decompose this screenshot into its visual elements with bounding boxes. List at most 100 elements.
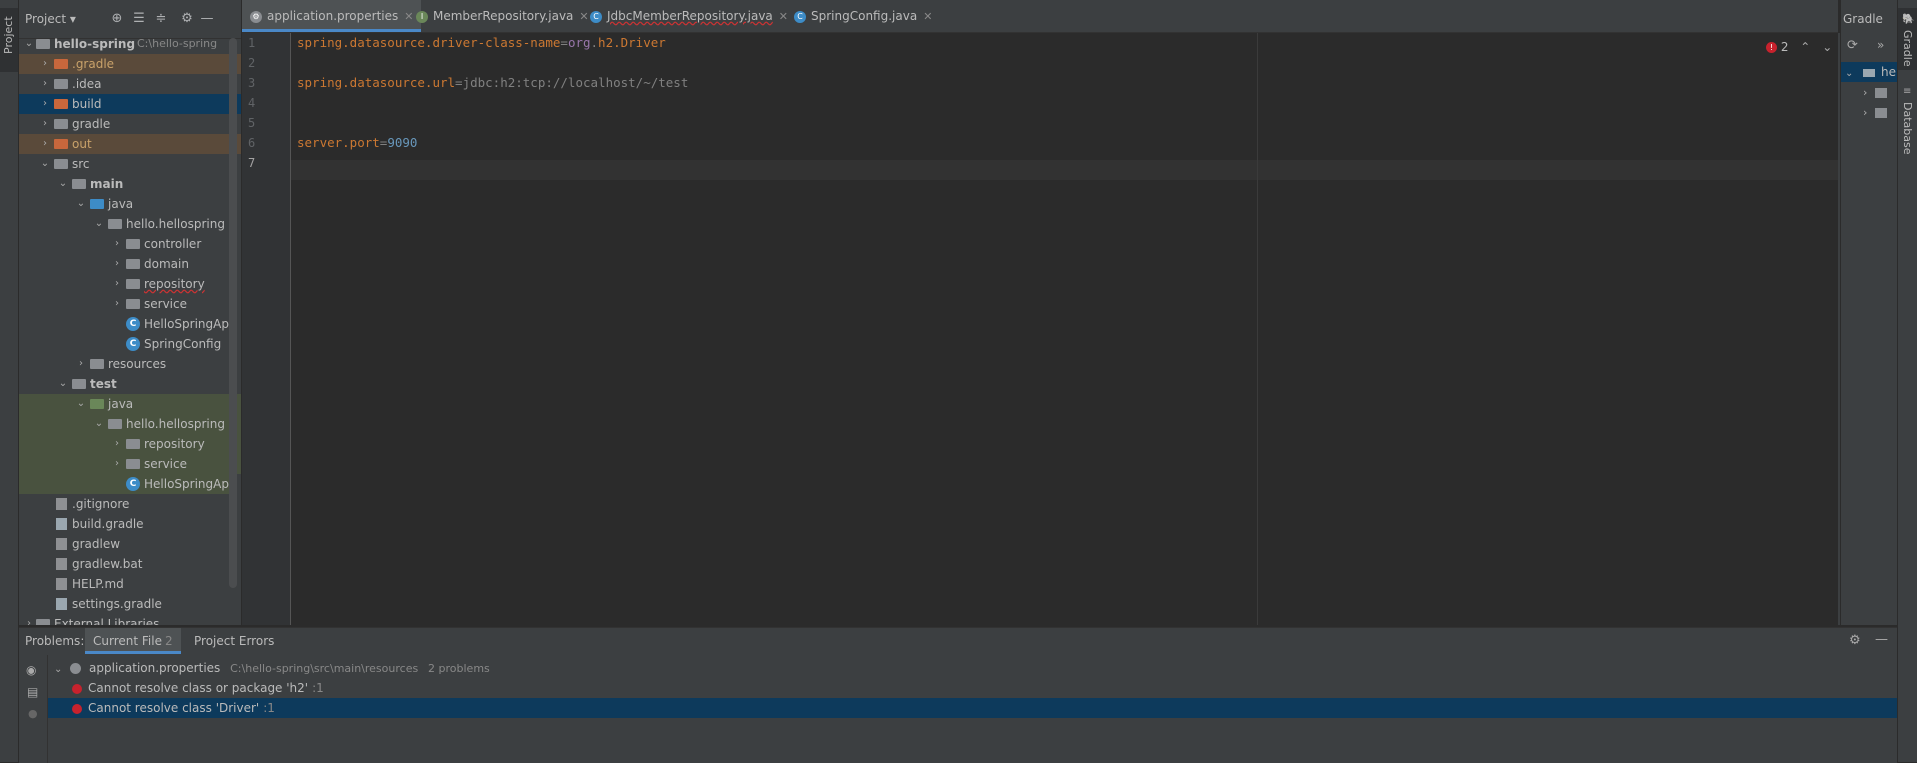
tab-current-file[interactable]: Current File 2 (85, 628, 181, 654)
tree-item-build[interactable]: › build (19, 94, 241, 114)
line-number: 6 (248, 136, 256, 150)
chevron-down-icon[interactable]: ⌄ (57, 174, 69, 194)
tree-item-test-service[interactable]: › service (19, 454, 241, 474)
eye-icon[interactable]: ◉ (26, 663, 36, 677)
problems-file-row[interactable]: ⌄ application.properties C:\hello-spring… (48, 658, 1897, 678)
tree-item-domain[interactable]: › domain (19, 254, 241, 274)
database-tool-tab[interactable]: ≡ Database (1898, 84, 1917, 156)
tab-memberrepository[interactable]: I MemberRepository.java ✕ (408, 0, 597, 32)
chevron-down-icon[interactable]: ⌄ (75, 194, 87, 214)
property-key: spring.datasource.url (297, 75, 456, 90)
tree-item-settings-gradle[interactable]: settings.gradle (19, 594, 241, 614)
previous-highlight-icon[interactable]: ⌃ (1800, 40, 1810, 54)
chevron-right-icon[interactable]: › (111, 294, 123, 314)
tree-item-repository[interactable]: › repository (19, 274, 241, 294)
source-folder-icon (90, 199, 104, 209)
problems-file-name: application.properties (89, 661, 221, 675)
expand-all-icon[interactable]: ☰ (131, 11, 147, 27)
tree-item-gradlew-bat[interactable]: gradlew.bat (19, 554, 241, 574)
refresh-icon[interactable]: ⟳ (1847, 38, 1858, 53)
chevron-down-icon[interactable]: ⌄ (57, 374, 69, 394)
hide-icon[interactable]: — (199, 11, 215, 27)
chevron-down-icon[interactable]: ⌄ (54, 664, 62, 675)
tab-application-properties[interactable]: ⚙ application.properties ✕ (242, 0, 422, 32)
code-content[interactable]: spring.datasource.driver-class-name=org.… (291, 33, 1838, 193)
tree-item-help-md[interactable]: HELP.md (19, 574, 241, 594)
package-icon (126, 439, 140, 449)
tree-item-external-libraries[interactable]: › External Libraries (19, 614, 241, 625)
tree-item-src[interactable]: ⌄ src (19, 154, 241, 174)
next-highlight-icon[interactable]: ⌄ (1822, 40, 1832, 54)
chevron-right-icon[interactable]: › (111, 254, 123, 274)
tab-springconfig[interactable]: C SpringConfig.java ✕ (786, 0, 940, 32)
tree-item-hellospringapplicationtests[interactable]: C HelloSpringApplicationTests (19, 474, 229, 494)
tree-item-out[interactable]: › out (19, 134, 241, 154)
project-view-selector[interactable]: Project ▾ (25, 12, 76, 26)
chevron-down-icon[interactable]: ⌄ (39, 154, 51, 174)
tree-item-gradle[interactable]: › gradle (19, 114, 241, 134)
chevron-right-icon[interactable]: › (39, 54, 51, 74)
chevron-right-icon[interactable]: › (75, 354, 87, 374)
project-tree-scrollbar[interactable] (229, 38, 237, 588)
project-tool-tab-label: Project (2, 16, 15, 54)
inspection-widget[interactable]: ! 2 ⌃ ⌄ (1766, 38, 1832, 56)
package-icon (126, 279, 140, 289)
more-icon[interactable]: » (1877, 38, 1884, 52)
tree-item-main-package[interactable]: ⌄ hello.hellospring (19, 214, 241, 234)
tree-item-main-java[interactable]: ⌄ java (19, 194, 241, 214)
tree-item-test-java[interactable]: ⌄ java (19, 394, 241, 414)
tree-item-service[interactable]: › service (19, 294, 241, 314)
chevron-right-icon[interactable]: › (111, 454, 123, 474)
tree-item-gitignore[interactable]: .gitignore (19, 494, 241, 514)
tree-item-idea[interactable]: › .idea (19, 74, 241, 94)
gradle-tree-dependencies[interactable]: › (1841, 102, 1898, 122)
chevron-right-icon[interactable]: › (1863, 106, 1867, 119)
tree-item-hellospringapplication[interactable]: C HelloSpringApplication (19, 314, 229, 334)
tree-item-springconfig[interactable]: C SpringConfig (19, 334, 241, 354)
tree-item-build-gradle[interactable]: build.gradle (19, 514, 241, 534)
chevron-right-icon[interactable]: › (111, 434, 123, 454)
gradle-elephant-icon: 🐘 (1902, 14, 1915, 25)
tree-item-test-repository[interactable]: › repository (19, 434, 241, 454)
chevron-right-icon[interactable]: › (39, 94, 51, 114)
gradle-tree-tasks[interactable]: › (1841, 82, 1898, 102)
chevron-down-icon[interactable]: ⌄ (23, 34, 35, 54)
tree-item-hello-spring[interactable]: ⌄ hello-spring C:\hello-spring (19, 34, 241, 54)
close-icon[interactable]: ✕ (923, 10, 932, 23)
chevron-right-icon[interactable]: › (23, 614, 35, 625)
chevron-right-icon[interactable]: › (39, 134, 51, 154)
lightbulb-icon[interactable]: ● (28, 707, 38, 720)
tree-item-test[interactable]: ⌄ test (19, 374, 241, 394)
problem-item[interactable]: Cannot resolve class 'Driver':1 (48, 698, 1897, 718)
gradle-tool-tab[interactable]: 🐘 Gradle (1898, 8, 1917, 70)
gear-icon[interactable]: ⚙ (179, 11, 195, 27)
tab-project-errors[interactable]: Project Errors (194, 628, 274, 654)
preview-icon[interactable]: ▤ (27, 685, 38, 699)
problem-location: :1 (263, 701, 275, 715)
chevron-down-icon[interactable]: ⌄ (93, 214, 105, 234)
project-tool-tab[interactable]: Project (0, 8, 18, 72)
locate-icon[interactable]: ⊕ (109, 11, 125, 27)
tab-jdbcmemberrepository[interactable]: C JdbcMemberRepository.java ✕ (582, 0, 796, 32)
tree-item-test-package[interactable]: ⌄ hello.hellospring (19, 414, 241, 434)
chevron-down-icon[interactable]: ⌄ (75, 394, 87, 414)
tree-item-resources[interactable]: › resources (19, 354, 241, 374)
chevron-right-icon[interactable]: › (39, 114, 51, 134)
gradle-tree-project[interactable]: ⌄ hel (1841, 62, 1898, 82)
tree-item-gradlew[interactable]: gradlew (19, 534, 241, 554)
collapse-all-icon[interactable]: ≑ (153, 11, 169, 27)
chevron-right-icon[interactable]: › (39, 74, 51, 94)
editor-gutter: 1 2 3 4 5 6 7 (242, 33, 291, 625)
tree-item-gradle-dir[interactable]: › .gradle (19, 54, 241, 74)
chevron-down-icon[interactable]: ⌄ (93, 414, 105, 434)
chevron-right-icon[interactable]: › (1863, 86, 1867, 99)
chevron-down-icon[interactable]: ⌄ (1845, 68, 1853, 79)
gear-icon[interactable]: ⚙ (1849, 633, 1861, 648)
chevron-right-icon[interactable]: › (111, 274, 123, 294)
project-title: Project (25, 12, 67, 26)
tree-item-main[interactable]: ⌄ main (19, 174, 241, 194)
tree-item-controller[interactable]: › controller (19, 234, 241, 254)
chevron-right-icon[interactable]: › (111, 234, 123, 254)
hide-icon[interactable]: — (1875, 632, 1888, 647)
problem-item[interactable]: Cannot resolve class or package 'h2':1 (48, 678, 1897, 698)
